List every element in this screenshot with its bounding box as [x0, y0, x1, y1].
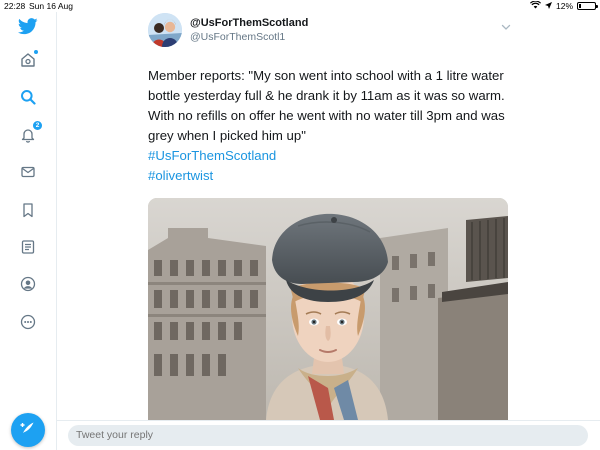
sidebar-nav: 2: [0, 12, 57, 450]
tweet-detail: @UsForThemScotland @UsForThemScotl1 Memb…: [57, 12, 600, 420]
user-handle[interactable]: @UsForThemScotl1: [190, 31, 285, 43]
tweet-text: Member reports: "My son went into school…: [148, 68, 505, 143]
more-icon[interactable]: [17, 311, 39, 333]
messages-icon[interactable]: [17, 161, 39, 183]
compose-tweet-button[interactable]: [11, 413, 45, 447]
notifications-icon[interactable]: 2: [17, 121, 42, 146]
wifi-icon: [529, 0, 542, 12]
hashtag-link[interactable]: #UsForThemScotland: [148, 146, 276, 166]
bookmarks-icon[interactable]: [17, 199, 39, 221]
search-icon[interactable]: [17, 86, 39, 108]
compose-tweet-icon: [20, 420, 36, 441]
home-new-dot: [34, 50, 38, 54]
location-icon: [544, 0, 552, 12]
status-time: 22:28: [4, 1, 26, 11]
battery-icon: [577, 2, 598, 10]
lists-icon[interactable]: [17, 236, 39, 258]
avatar[interactable]: [148, 13, 182, 47]
battery-fill: [579, 4, 581, 8]
notifications-badge: 2: [33, 121, 42, 130]
reply-bar: [57, 420, 600, 450]
home-icon[interactable]: [17, 49, 39, 71]
hashtag-link[interactable]: #olivertwist: [148, 166, 213, 186]
chevron-down-icon[interactable]: [501, 18, 511, 36]
status-right: 12%: [529, 0, 598, 12]
display-name[interactable]: @UsForThemScotland: [190, 17, 308, 29]
status-bar: 22:28 Sun 16 Aug 12%: [0, 0, 600, 12]
tweet-image[interactable]: [148, 198, 508, 420]
status-date: Sun 16 Aug: [29, 1, 73, 11]
battery-percent: 12%: [555, 1, 573, 11]
twitter-logo-icon[interactable]: [17, 15, 39, 37]
profile-icon[interactable]: [17, 273, 39, 295]
reply-input[interactable]: [68, 425, 588, 446]
